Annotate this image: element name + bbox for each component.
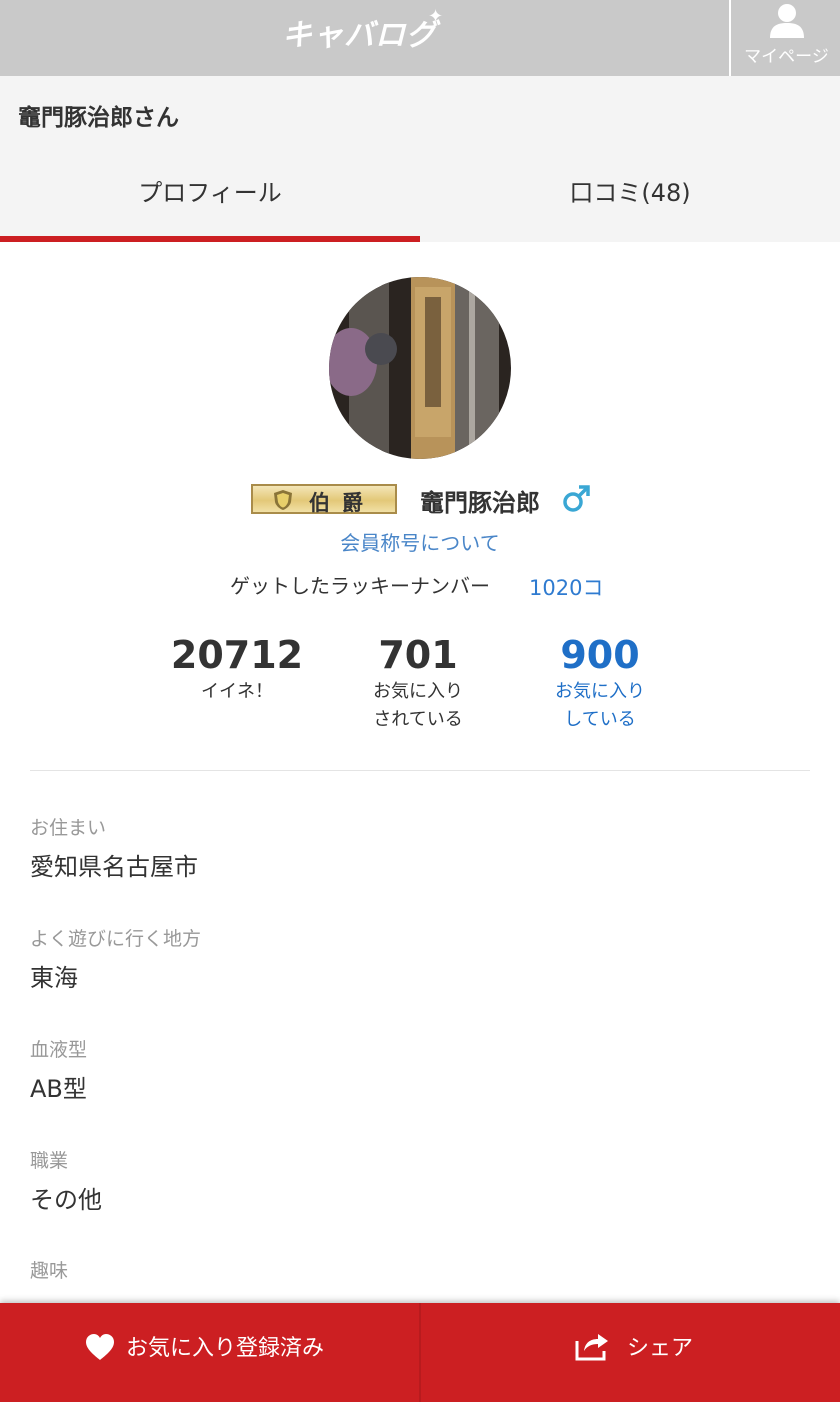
stat-favorited: 701 お気に入り されている — [328, 632, 508, 734]
avatar-photo-icon — [329, 277, 511, 459]
greeting-bar: 竈門豚治郎さん — [0, 76, 840, 152]
active-tab-indicator — [0, 236, 420, 242]
greeting-text: 竈門豚治郎さん — [18, 105, 179, 131]
tab-reviews[interactable]: 口コミ(48) — [420, 152, 840, 242]
stat-favoriting-label-1: お気に入り — [555, 681, 645, 702]
field-value-occupation: その他 — [30, 1186, 102, 1214]
title-badge-label: 伯爵 — [309, 490, 375, 515]
share-button-label: シェア — [627, 1336, 694, 1361]
shield-icon — [274, 490, 292, 510]
stat-favorited-count: 701 — [378, 633, 458, 677]
mypage-button[interactable]: マイページ — [729, 0, 840, 76]
share-icon — [575, 1334, 608, 1361]
member-title-badge: 伯爵 — [251, 484, 397, 515]
favorite-button-label: お気に入り登録済み — [126, 1336, 325, 1361]
stat-likes-label: イイネ！ — [201, 681, 273, 702]
section-divider — [30, 770, 810, 771]
logo-star-icon: ✦ — [428, 6, 444, 27]
site-logo[interactable]: キャバログ — [282, 10, 442, 53]
field-value-area: 東海 — [30, 964, 78, 992]
lucky-number-value[interactable]: 1020コ — [529, 572, 603, 602]
stat-likes-count: 20712 — [170, 633, 304, 677]
user-name: 竈門豚治郎 — [420, 489, 540, 517]
field-label-blood-type: 血液型 — [30, 1039, 88, 1061]
tab-profile[interactable]: プロフィール — [0, 152, 420, 242]
app-header: キャバログ ✦ マイページ — [0, 0, 840, 76]
avatar — [329, 277, 511, 459]
mypage-label: マイページ — [744, 47, 829, 67]
field-label-occupation: 職業 — [30, 1150, 69, 1172]
profile-tabs: プロフィール 口コミ(48) — [0, 152, 840, 242]
stat-favoriting-link[interactable]: 900 お気に入り している — [510, 632, 690, 734]
member-title-info-link[interactable]: 会員称号について — [0, 527, 840, 556]
stat-favoriting-count: 900 — [560, 633, 640, 677]
stat-favorited-label-1: お気に入り — [373, 681, 463, 702]
field-label-area: よく遊びに行く地方 — [30, 928, 202, 950]
male-icon — [563, 485, 590, 512]
stat-favorited-label-2: されている — [373, 709, 463, 730]
stat-likes: 20712 イイネ！ — [147, 632, 327, 706]
heart-icon — [86, 1334, 114, 1360]
user-icon — [770, 4, 804, 38]
field-label-hobby: 趣味 — [30, 1260, 69, 1282]
stat-favoriting-label-2: している — [564, 709, 636, 730]
favorite-button[interactable]: お気に入り登録済み — [0, 1303, 419, 1402]
lucky-number-label: ゲットしたラッキーナンバー — [230, 574, 490, 598]
field-value-residence: 愛知県名古屋市 — [30, 853, 198, 881]
share-button[interactable]: シェア — [421, 1303, 840, 1402]
bottom-action-bar: お気に入り登録済み シェア — [0, 1303, 840, 1402]
field-label-residence: お住まい — [30, 817, 107, 839]
field-value-blood-type: AB型 — [30, 1075, 87, 1103]
